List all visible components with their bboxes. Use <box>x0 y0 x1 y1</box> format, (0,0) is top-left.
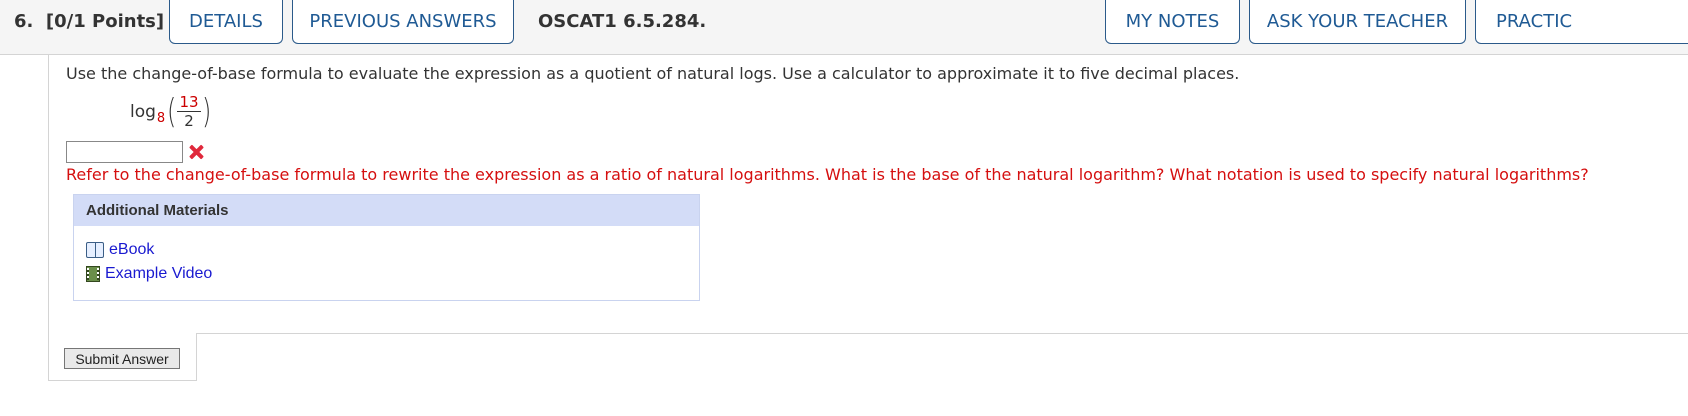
ebook-label[interactable]: eBook <box>109 241 154 259</box>
submit-answer-button[interactable]: Submit Answer <box>64 348 180 369</box>
log-function: log <box>130 102 156 122</box>
points-label: [0/1 Points] <box>45 11 165 32</box>
answer-input[interactable] <box>66 141 183 163</box>
question-header: 6. [0/1 Points] DETAILS PREVIOUS ANSWERS… <box>0 0 1688 55</box>
divider-bottom <box>48 380 197 381</box>
additional-materials-title: Additional Materials <box>74 195 699 226</box>
right-paren: ) <box>201 92 211 132</box>
divider <box>196 333 1688 334</box>
log-base: 8 <box>156 110 166 126</box>
ebook-link[interactable]: eBook <box>86 241 154 259</box>
question-number: 6. <box>14 11 34 32</box>
fraction: 13 2 <box>177 93 201 130</box>
fraction-denominator: 2 <box>184 112 194 130</box>
previous-answers-button[interactable]: PREVIOUS ANSWERS <box>292 0 514 44</box>
book-icon <box>86 242 104 258</box>
example-video-link[interactable]: Example Video <box>86 265 212 283</box>
question-points: 6. [0/1 Points] <box>14 11 164 32</box>
question-prompt: Use the change-of-base formula to evalua… <box>66 64 1240 83</box>
divider-vertical <box>196 333 197 381</box>
incorrect-x-icon <box>187 142 207 162</box>
practice-button[interactable]: PRACTIC <box>1475 0 1688 44</box>
additional-materials-panel: Additional Materials eBook Example Video <box>73 194 700 301</box>
fraction-numerator: 13 <box>177 93 201 112</box>
film-icon <box>86 266 100 282</box>
ask-your-teacher-button[interactable]: ASK YOUR TEACHER <box>1249 0 1466 44</box>
details-button[interactable]: DETAILS <box>169 0 283 44</box>
left-paren: ( <box>167 92 177 132</box>
log-expression: log 8 ( 13 2 ) <box>130 92 213 132</box>
feedback-message: Refer to the change-of-base formula to r… <box>66 165 1589 184</box>
question-id: OSCAT1 6.5.284. <box>538 11 707 32</box>
example-video-label[interactable]: Example Video <box>105 265 212 283</box>
my-notes-button[interactable]: MY NOTES <box>1105 0 1240 44</box>
